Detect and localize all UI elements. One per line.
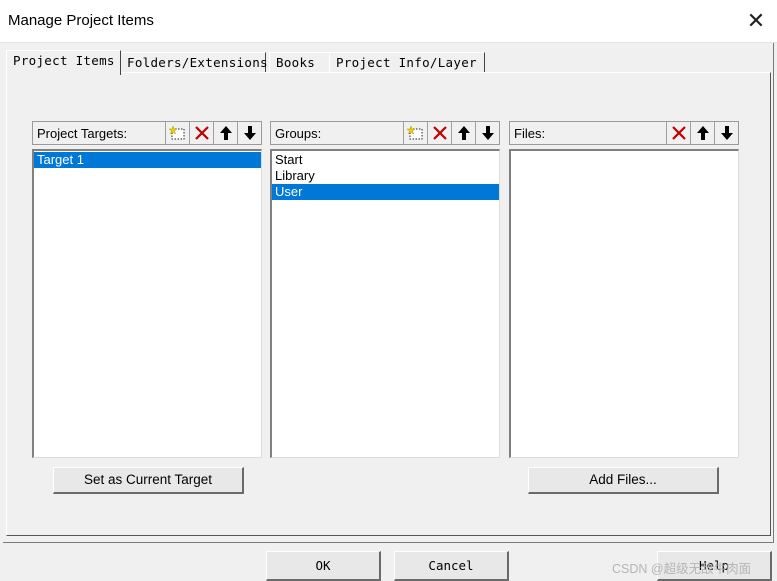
move-up-icon[interactable] <box>690 122 714 144</box>
list-item[interactable]: Target 1 <box>34 152 261 168</box>
delete-icon[interactable] <box>666 122 690 144</box>
new-icon[interactable] <box>165 122 189 144</box>
cancel-button[interactable]: Cancel <box>394 551 509 581</box>
files-list[interactable] <box>509 149 739 458</box>
files-header: Files: <box>509 121 739 145</box>
title-bar: Manage Project Items ✕ <box>0 0 777 43</box>
tab-books[interactable]: Books <box>269 52 330 73</box>
watermark: CSDN @超级无敌牛肉面 <box>612 562 752 576</box>
move-down-icon[interactable] <box>237 122 261 144</box>
groups-label: Groups: <box>275 126 322 141</box>
move-down-icon[interactable] <box>475 122 499 144</box>
new-icon[interactable] <box>403 122 427 144</box>
delete-icon[interactable] <box>189 122 213 144</box>
move-up-icon[interactable] <box>213 122 237 144</box>
groups-header: Groups: <box>270 121 500 145</box>
set-current-target-button[interactable]: Set as Current Target <box>53 467 244 494</box>
tab-folders-extensions[interactable]: Folders/Extensions <box>120 52 268 73</box>
groups-pane: Groups: Start Library User <box>270 121 500 458</box>
project-targets-pane: Project Targets: Target 1 <box>32 121 262 458</box>
tab-project-items[interactable]: Project Items <box>6 50 121 75</box>
add-files-button[interactable]: Add Files... <box>528 467 719 494</box>
list-item[interactable]: Start <box>272 152 499 168</box>
targets-list[interactable]: Target 1 <box>32 149 262 458</box>
groups-list[interactable]: Start Library User <box>270 149 500 458</box>
ok-button[interactable]: OK <box>266 551 381 581</box>
list-item[interactable]: Library <box>272 168 499 184</box>
window-title: Manage Project Items <box>8 12 154 29</box>
close-icon[interactable]: ✕ <box>743 8 769 34</box>
targets-header: Project Targets: <box>32 121 262 145</box>
list-item[interactable]: User <box>272 184 499 200</box>
files-pane: Files: <box>509 121 739 458</box>
delete-icon[interactable] <box>427 122 451 144</box>
move-up-icon[interactable] <box>451 122 475 144</box>
tab-project-info-layer[interactable]: Project Info/Layer <box>329 52 485 73</box>
move-down-icon[interactable] <box>714 122 738 144</box>
targets-label: Project Targets: <box>37 126 128 141</box>
files-label: Files: <box>514 126 546 141</box>
